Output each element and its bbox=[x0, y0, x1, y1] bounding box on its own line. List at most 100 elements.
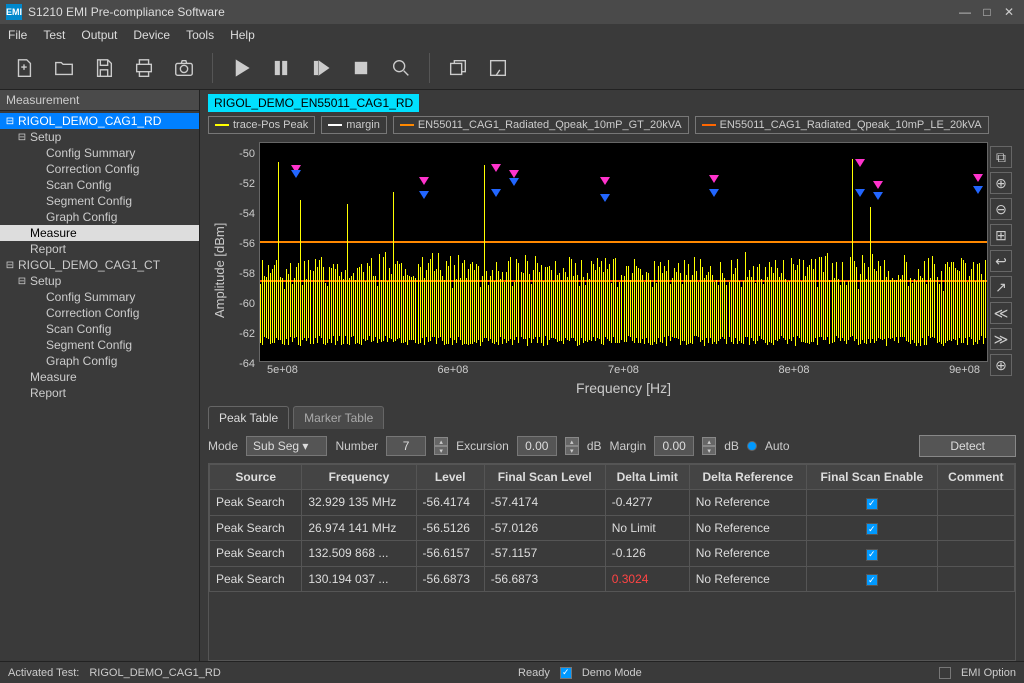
play-icon[interactable] bbox=[225, 52, 257, 84]
marker-blue-icon[interactable] bbox=[509, 178, 519, 186]
print-icon[interactable] bbox=[128, 52, 160, 84]
enable-checkbox[interactable]: ✓ bbox=[866, 498, 878, 510]
table-header[interactable]: Delta Reference bbox=[689, 465, 806, 490]
fit-icon[interactable]: ⊞ bbox=[990, 224, 1012, 246]
stop-icon[interactable] bbox=[345, 52, 377, 84]
window-arrange-icon[interactable] bbox=[482, 52, 514, 84]
cursor-icon[interactable]: ↗ bbox=[990, 276, 1012, 298]
marker-pink-icon[interactable] bbox=[709, 175, 719, 183]
table-header[interactable]: Source bbox=[210, 465, 302, 490]
add-marker-icon[interactable]: ⊕ bbox=[990, 354, 1012, 376]
tree-item[interactable]: ⊟RIGOL_DEMO_CAG1_RD bbox=[0, 113, 199, 129]
table-header[interactable]: Level bbox=[416, 465, 484, 490]
marker-blue-icon[interactable] bbox=[291, 170, 301, 178]
number-spinner[interactable]: ▴▾ bbox=[434, 437, 448, 455]
maximize-button[interactable]: □ bbox=[978, 4, 996, 20]
demo-checkbox[interactable] bbox=[560, 667, 572, 679]
marker-blue-icon[interactable] bbox=[709, 189, 719, 197]
tree-item[interactable]: Graph Config bbox=[0, 209, 199, 225]
marker-blue-icon[interactable] bbox=[491, 189, 501, 197]
forward-icon[interactable]: ≫ bbox=[990, 328, 1012, 350]
chart-canvas[interactable] bbox=[259, 142, 988, 362]
step-icon[interactable] bbox=[305, 52, 337, 84]
marker-pink-icon[interactable] bbox=[600, 177, 610, 185]
pause-icon[interactable] bbox=[265, 52, 297, 84]
tree-item[interactable]: Measure bbox=[0, 369, 199, 385]
excursion-spinner[interactable]: ▴▾ bbox=[565, 437, 579, 455]
tree-item[interactable]: Segment Config bbox=[0, 193, 199, 209]
tree-item[interactable]: Segment Config bbox=[0, 337, 199, 353]
table-row[interactable]: Peak Search26.974 141 MHz-56.5126-57.012… bbox=[210, 515, 1015, 541]
tab[interactable]: Peak Table bbox=[208, 406, 289, 429]
menu-help[interactable]: Help bbox=[230, 28, 255, 42]
marker-pink-icon[interactable] bbox=[491, 164, 501, 172]
tree-item[interactable]: Scan Config bbox=[0, 321, 199, 337]
close-button[interactable]: ✕ bbox=[1000, 4, 1018, 20]
menu-file[interactable]: File bbox=[8, 28, 27, 42]
peak-table[interactable]: SourceFrequencyLevelFinal Scan LevelDelt… bbox=[208, 463, 1016, 661]
tree-item[interactable]: Report bbox=[0, 241, 199, 257]
menu-tools[interactable]: Tools bbox=[186, 28, 214, 42]
marker-pink-icon[interactable] bbox=[855, 159, 865, 167]
mode-select[interactable]: Sub Seg ▾ bbox=[246, 436, 327, 456]
table-row[interactable]: Peak Search130.194 037 ...-56.6873-56.68… bbox=[210, 566, 1015, 592]
legend-item[interactable]: EN55011_CAG1_Radiated_Qpeak_10mP_LE_20kV… bbox=[695, 116, 989, 134]
zoom-in-icon[interactable]: ⊕ bbox=[990, 172, 1012, 194]
enable-checkbox[interactable]: ✓ bbox=[866, 523, 878, 535]
menu-output[interactable]: Output bbox=[81, 28, 117, 42]
legend-item[interactable]: trace-Pos Peak bbox=[208, 116, 315, 134]
marker-pink-icon[interactable] bbox=[509, 170, 519, 178]
menu-test[interactable]: Test bbox=[43, 28, 65, 42]
home-icon[interactable]: ↩ bbox=[990, 250, 1012, 272]
new-file-icon[interactable] bbox=[8, 52, 40, 84]
marker-blue-icon[interactable] bbox=[419, 191, 429, 199]
table-header[interactable]: Frequency bbox=[302, 465, 416, 490]
copy-icon[interactable]: ⧉ bbox=[990, 146, 1012, 168]
table-row[interactable]: Peak Search132.509 868 ...-56.6157-57.11… bbox=[210, 541, 1015, 567]
table-header[interactable]: Final Scan Enable bbox=[806, 465, 937, 490]
menu-device[interactable]: Device bbox=[133, 28, 170, 42]
marker-pink-icon[interactable] bbox=[873, 181, 883, 189]
tree-item[interactable]: Config Summary bbox=[0, 145, 199, 161]
margin-spinner[interactable]: ▴▾ bbox=[702, 437, 716, 455]
search-icon[interactable] bbox=[385, 52, 417, 84]
tree-item[interactable]: ⊟Setup bbox=[0, 273, 199, 289]
legend-item[interactable]: margin bbox=[321, 116, 387, 134]
number-input[interactable]: 7 bbox=[386, 436, 426, 456]
margin-input[interactable]: 0.00 bbox=[654, 436, 694, 456]
tree-item[interactable]: Correction Config bbox=[0, 161, 199, 177]
enable-checkbox[interactable]: ✓ bbox=[866, 549, 878, 561]
minimize-button[interactable]: — bbox=[956, 4, 974, 20]
tree-item[interactable]: Correction Config bbox=[0, 305, 199, 321]
zoom-out-icon[interactable]: ⊖ bbox=[990, 198, 1012, 220]
tree-item[interactable]: Scan Config bbox=[0, 177, 199, 193]
rewind-icon[interactable]: ≪ bbox=[990, 302, 1012, 324]
auto-radio[interactable] bbox=[747, 441, 757, 451]
enable-checkbox[interactable]: ✓ bbox=[866, 574, 878, 586]
tree-item[interactable]: Measure bbox=[0, 225, 199, 241]
table-header[interactable]: Final Scan Level bbox=[484, 465, 605, 490]
tab[interactable]: Marker Table bbox=[293, 406, 384, 429]
open-folder-icon[interactable] bbox=[48, 52, 80, 84]
emi-checkbox[interactable] bbox=[939, 667, 951, 679]
tree-item[interactable]: ⊟RIGOL_DEMO_CAG1_CT bbox=[0, 257, 199, 273]
tree-item[interactable]: Config Summary bbox=[0, 289, 199, 305]
marker-pink-icon[interactable] bbox=[973, 174, 983, 182]
save-icon[interactable] bbox=[88, 52, 120, 84]
tree-item[interactable]: ⊟Setup bbox=[0, 129, 199, 145]
marker-blue-icon[interactable] bbox=[873, 192, 883, 200]
table-row[interactable]: Peak Search32.929 135 MHz-56.4174-57.417… bbox=[210, 490, 1015, 516]
marker-blue-icon[interactable] bbox=[973, 186, 983, 194]
tree-item[interactable]: Graph Config bbox=[0, 353, 199, 369]
marker-blue-icon[interactable] bbox=[855, 189, 865, 197]
legend-item[interactable]: EN55011_CAG1_Radiated_Qpeak_10mP_GT_20kV… bbox=[393, 116, 689, 134]
tree-item[interactable]: Report bbox=[0, 385, 199, 401]
excursion-input[interactable]: 0.00 bbox=[517, 436, 557, 456]
table-header[interactable]: Comment bbox=[937, 465, 1014, 490]
window-restore-icon[interactable] bbox=[442, 52, 474, 84]
table-header[interactable]: Delta Limit bbox=[605, 465, 689, 490]
marker-pink-icon[interactable] bbox=[419, 177, 429, 185]
marker-blue-icon[interactable] bbox=[600, 194, 610, 202]
detect-button[interactable]: Detect bbox=[919, 435, 1016, 457]
camera-icon[interactable] bbox=[168, 52, 200, 84]
